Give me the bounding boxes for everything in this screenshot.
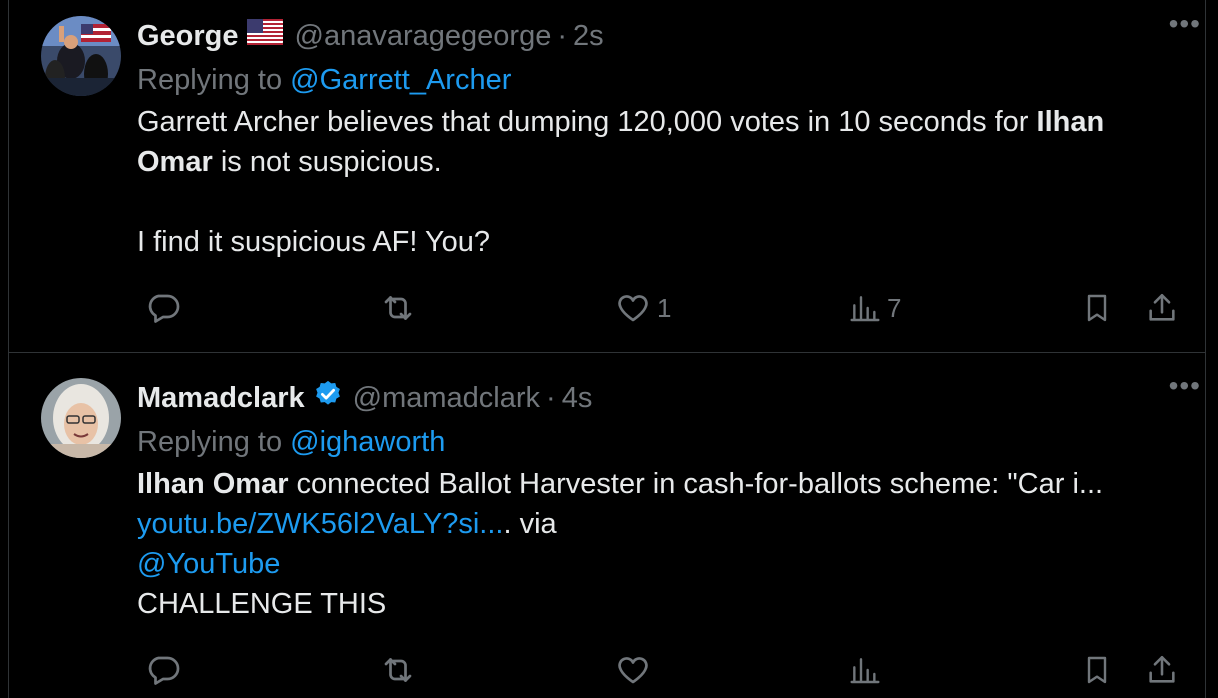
reply-icon <box>148 656 180 685</box>
reply-mention[interactable]: @ighaworth <box>290 426 445 458</box>
bookmark-icon <box>1087 294 1107 322</box>
author-name[interactable]: George <box>137 20 239 53</box>
more-icon[interactable]: ••• <box>1169 370 1201 402</box>
tweet[interactable]: Mamadclark @mamadclark · 4s Replying to … <box>9 353 1205 698</box>
tweet-text-segment: . via <box>503 508 557 540</box>
retweet-button[interactable] <box>379 650 417 690</box>
retweet-button[interactable] <box>379 288 417 328</box>
reply-prefix: Replying to <box>137 426 283 458</box>
like-button[interactable]: 1 <box>615 288 671 328</box>
reply-prefix: Replying to <box>137 64 283 96</box>
verified-badge-icon <box>313 379 343 417</box>
tweet-actions: 1 7 <box>137 288 1179 328</box>
reply-icon <box>148 294 180 323</box>
tweet-text-bold: Ilhan <box>1036 106 1105 138</box>
more-icon[interactable]: ••• <box>1169 8 1201 40</box>
bookmark-button[interactable] <box>1081 650 1113 690</box>
youtube-link[interactable]: youtu.be/ZWK56l2VaLY?si... <box>137 508 503 540</box>
heart-icon <box>618 657 648 684</box>
bookmark-button[interactable] <box>1081 288 1113 328</box>
tweet-text: Ilhan Omar connected Ballot Harvester in… <box>137 464 1175 624</box>
views-button[interactable] <box>849 650 881 690</box>
share-icon <box>1149 655 1175 683</box>
author-handle[interactable]: @anavaragegeorge <box>295 20 552 53</box>
reply-context: Replying to @ighaworth <box>137 420 1175 464</box>
reply-mention[interactable]: @Garrett_Archer <box>290 64 511 96</box>
separator-dot: · <box>557 19 567 52</box>
avatar[interactable] <box>41 16 121 96</box>
reply-button[interactable] <box>145 650 181 690</box>
share-button[interactable] <box>1145 650 1179 690</box>
separator-dot: · <box>546 381 556 414</box>
views-icon <box>850 658 880 684</box>
tweet-text-segment: is not suspicious. <box>212 146 442 178</box>
avatar[interactable] <box>41 378 121 458</box>
bookmark-icon <box>1087 656 1107 684</box>
heart-icon <box>618 295 648 322</box>
reply-button[interactable] <box>145 288 181 328</box>
tweet-text: Garrett Archer believes that dumping 120… <box>137 102 1175 262</box>
timestamp[interactable]: 4s <box>562 382 593 415</box>
timestamp[interactable]: 2s <box>573 20 604 53</box>
like-count: 1 <box>657 292 672 323</box>
retweet-icon <box>384 658 412 682</box>
author-name[interactable]: Mamadclark <box>137 382 305 415</box>
tweet-text-bold: Ilhan Omar <box>137 468 289 500</box>
tweet-text-segment: I find it suspicious AF! You? <box>137 226 491 258</box>
share-icon <box>1149 293 1175 321</box>
views-count: 7 <box>887 292 902 323</box>
views-button[interactable]: 7 <box>849 288 901 328</box>
us-flag-icon <box>246 19 283 53</box>
like-button[interactable] <box>615 650 651 690</box>
tweet-text-bold: Omar <box>137 146 213 178</box>
tweet-text-segment: Garrett Archer believes that dumping 120… <box>137 106 1037 138</box>
tweet-text-segment: connected Ballot Harvester in cash-for-b… <box>288 468 1104 500</box>
youtube-mention[interactable]: @YouTube <box>137 548 280 580</box>
author-handle[interactable]: @mamadclark <box>353 382 540 415</box>
timeline: George @anavaragegeorge · 2s Replying to… <box>8 0 1206 698</box>
tweet-text-segment: CHALLENGE THIS <box>137 588 387 620</box>
tweet-actions <box>137 650 1179 690</box>
tweet[interactable]: George @anavaragegeorge · 2s Replying to… <box>9 0 1205 353</box>
reply-context: Replying to @Garrett_Archer <box>137 58 1175 102</box>
share-button[interactable] <box>1145 288 1179 328</box>
views-icon <box>850 296 880 322</box>
retweet-icon <box>384 296 412 320</box>
